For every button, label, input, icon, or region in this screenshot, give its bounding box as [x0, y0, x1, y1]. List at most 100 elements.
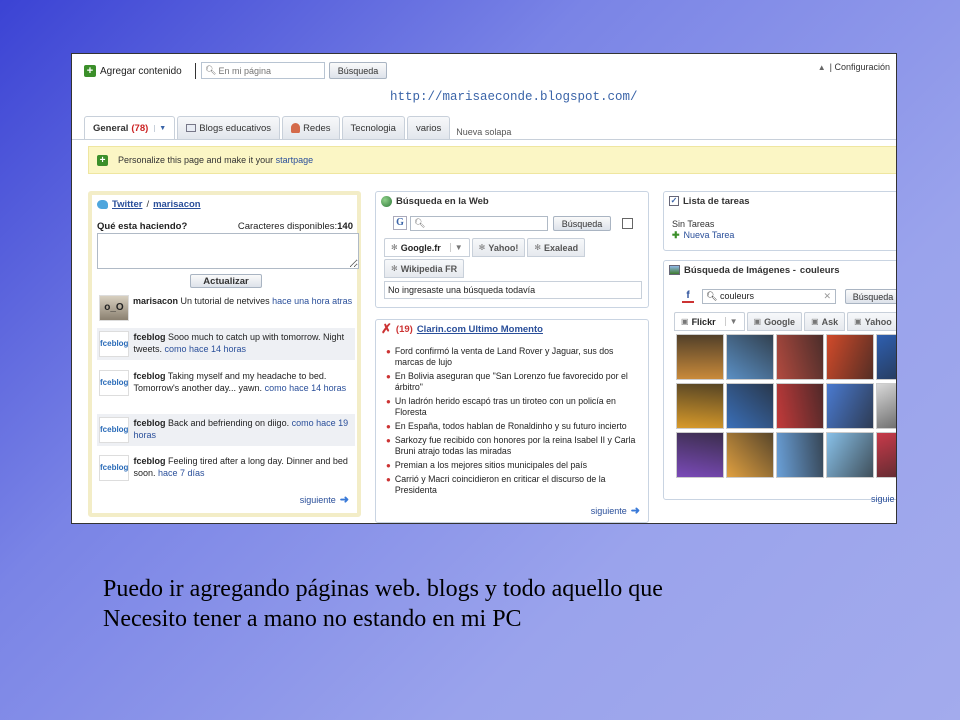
avatar: fceblog — [99, 455, 130, 481]
list-item[interactable]: ● Carrió y Macri coincidieron en criticar… — [386, 474, 641, 496]
page-search-field[interactable]: 🔍︎ — [201, 62, 325, 79]
tab-general[interactable]: General (78) ▼ — [84, 116, 176, 139]
personalize-banner: + Personalize this page and make it your… — [88, 146, 896, 174]
banner-text: Personalize this page and make it your s… — [118, 155, 313, 165]
tweet-item: o_O marisacon Un tutorial de netvives ha… — [97, 292, 355, 324]
configuration-link[interactable]: ▲ | Configuración — [818, 62, 890, 72]
image-thumbnail[interactable] — [876, 383, 896, 429]
tweet-item: fceblog fceblog Sooo much to catch up wi… — [97, 328, 355, 360]
tab-tecnologia[interactable]: Tecnologia — [341, 116, 405, 139]
image-thumbnail[interactable] — [726, 334, 774, 380]
image-thumbnail[interactable] — [826, 383, 874, 429]
image-thumbnail[interactable] — [726, 432, 774, 478]
google-icon: G — [393, 216, 407, 230]
image-thumbnail[interactable] — [876, 432, 896, 478]
news-headline: Premian a los mejores sitios municipales… — [394, 460, 587, 470]
tweet-item: fceblog fceblog Back and befriending on … — [97, 414, 355, 446]
news-source-link[interactable]: Clarin.com Ultimo Momento — [417, 324, 543, 335]
news-next-link[interactable]: siguiente ➜ — [591, 504, 640, 517]
tweet-time-link[interactable]: hace 7 días — [158, 468, 205, 478]
tab-yahoo[interactable]: ✻ Yahoo! — [471, 238, 526, 257]
flickr-f-icon: f — [682, 290, 694, 303]
images-next-link[interactable]: siguie — [871, 494, 895, 504]
tweet-time-link[interactable]: hace una hora atras — [272, 296, 352, 306]
news-widget: ✗ (19) Clarin.com Ultimo Momento ● Ford c… — [375, 319, 649, 523]
startpage-link[interactable]: startpage — [276, 155, 314, 165]
image-thumbnail[interactable] — [676, 432, 724, 478]
add-content-button[interactable]: + Agregar contenido — [84, 65, 182, 77]
image-thumbnail[interactable] — [676, 383, 724, 429]
checkbox-list-icon: ✓ — [669, 196, 679, 206]
tweet-user[interactable]: fceblog — [133, 371, 165, 381]
list-item[interactable]: ● En España, todos hablan de Ronaldinho y… — [386, 421, 641, 432]
tweet-text: fceblog Back and befriending on diigo. c… — [133, 417, 353, 443]
chevron-down-icon[interactable]: ▼ — [449, 243, 463, 252]
next-label: siguiente — [299, 494, 336, 505]
tab-google-images[interactable]: ▣ Google — [746, 312, 803, 331]
twitter-next-link[interactable]: siguiente ➜ — [300, 493, 349, 506]
collapse-up-icon[interactable]: ▲ — [818, 63, 826, 72]
image-search-input[interactable]: 🔍︎ couleurs ✕ — [702, 289, 836, 304]
tab-yahoo-images[interactable]: ▣ Yahoo — [847, 312, 896, 331]
tweet-time-link[interactable]: como hace 14 horas — [265, 383, 347, 393]
tweet-textarea[interactable] — [97, 233, 359, 269]
image-search-button[interactable]: Búsqueda — [845, 289, 896, 304]
tweet-user[interactable]: fceblog — [133, 456, 165, 466]
list-item[interactable]: ● Premian a los mejores sitios municipale… — [386, 460, 641, 471]
tweet-time-link[interactable]: como hace 14 horas — [164, 344, 246, 354]
tab-varios[interactable]: varios — [406, 116, 451, 139]
person-icon — [291, 123, 301, 133]
image-thumbnail[interactable] — [776, 383, 824, 429]
avatar: o_O — [99, 295, 129, 321]
engine-icon: ✻ — [391, 264, 398, 273]
twitter-user-link[interactable]: marisacon — [153, 199, 201, 210]
page-search-button[interactable]: Búsqueda — [329, 62, 387, 79]
tasks-title-text: Lista de tareas — [683, 195, 750, 207]
new-tab-link[interactable]: Nueva solapa — [456, 127, 511, 139]
tweet-body: Back and befriending on diigo. — [167, 418, 290, 428]
tab-varios-label: varios — [415, 122, 442, 134]
list-item[interactable]: ● Sarkozy fue recibido con honores por la… — [386, 435, 641, 457]
list-item[interactable]: ● Un ladrón herido escapó tras un tiroteo… — [386, 396, 641, 418]
tab-redes[interactable]: Redes — [282, 116, 340, 139]
bullet-icon: ● — [386, 422, 391, 431]
tab-ask[interactable]: ▣ Ask — [804, 312, 846, 331]
search-icon: 🔍︎ — [205, 65, 217, 75]
update-button[interactable]: Actualizar — [190, 274, 262, 288]
twitter-link[interactable]: Twitter — [112, 199, 142, 210]
page-tabs: General (78) ▼ Blogs educativos Redes Te… — [84, 116, 511, 139]
camera-icon: ▣ — [811, 317, 819, 326]
tab-blogs-educativos[interactable]: Blogs educativos — [177, 116, 281, 139]
tab-google-fr[interactable]: ✻ Google.fr ▼ — [384, 238, 470, 257]
web-search-input[interactable]: 🔍︎ — [410, 216, 548, 231]
search-checkbox[interactable] — [622, 218, 633, 229]
image-thumbnail[interactable] — [726, 383, 774, 429]
tab-exalead[interactable]: ✻ Exalead — [527, 238, 586, 257]
tab-flickr[interactable]: ▣ Flickr ▼ — [674, 312, 745, 331]
camera-icon: ▣ — [753, 317, 762, 326]
page-search-input[interactable] — [216, 65, 324, 76]
tweet-user[interactable]: marisacon — [133, 296, 178, 306]
chevron-down-icon[interactable]: ▼ — [154, 124, 166, 132]
tweet-user[interactable]: fceblog — [133, 332, 165, 342]
web-search-button[interactable]: Búsqueda — [553, 216, 611, 231]
image-thumbnail[interactable] — [776, 432, 824, 478]
image-thumbnail[interactable] — [826, 334, 874, 380]
image-title-prefix: Búsqueda de Imágenes - — [684, 264, 796, 276]
engine-icon: ✻ — [478, 243, 486, 252]
plus-icon: + — [97, 154, 108, 166]
list-item[interactable]: ● En Bolivia aseguran que "San Lorenzo fu… — [386, 371, 641, 393]
image-thumbnail[interactable] — [676, 334, 724, 380]
tweet-compose-header: Qué esta haciendo? Caracteres disponible… — [97, 221, 353, 232]
tweet-user[interactable]: fceblog — [133, 418, 165, 428]
list-item[interactable]: ● Ford confirmó la venta de Land Rover y … — [386, 346, 641, 368]
new-task-link[interactable]: ✚ Nueva Tarea — [672, 230, 734, 241]
chevron-down-icon[interactable]: ▼ — [724, 317, 738, 326]
camera-icon: ▣ — [681, 317, 689, 326]
image-thumbnail[interactable] — [776, 334, 824, 380]
tab-wikipedia-fr[interactable]: ✻ Wikipedia FR — [384, 259, 465, 278]
clear-icon[interactable]: ✕ — [823, 290, 831, 303]
news-headline: Sarkozy fue recibido con honores por la … — [394, 435, 636, 456]
image-thumbnail[interactable] — [826, 432, 874, 478]
image-thumbnail[interactable] — [876, 334, 896, 380]
